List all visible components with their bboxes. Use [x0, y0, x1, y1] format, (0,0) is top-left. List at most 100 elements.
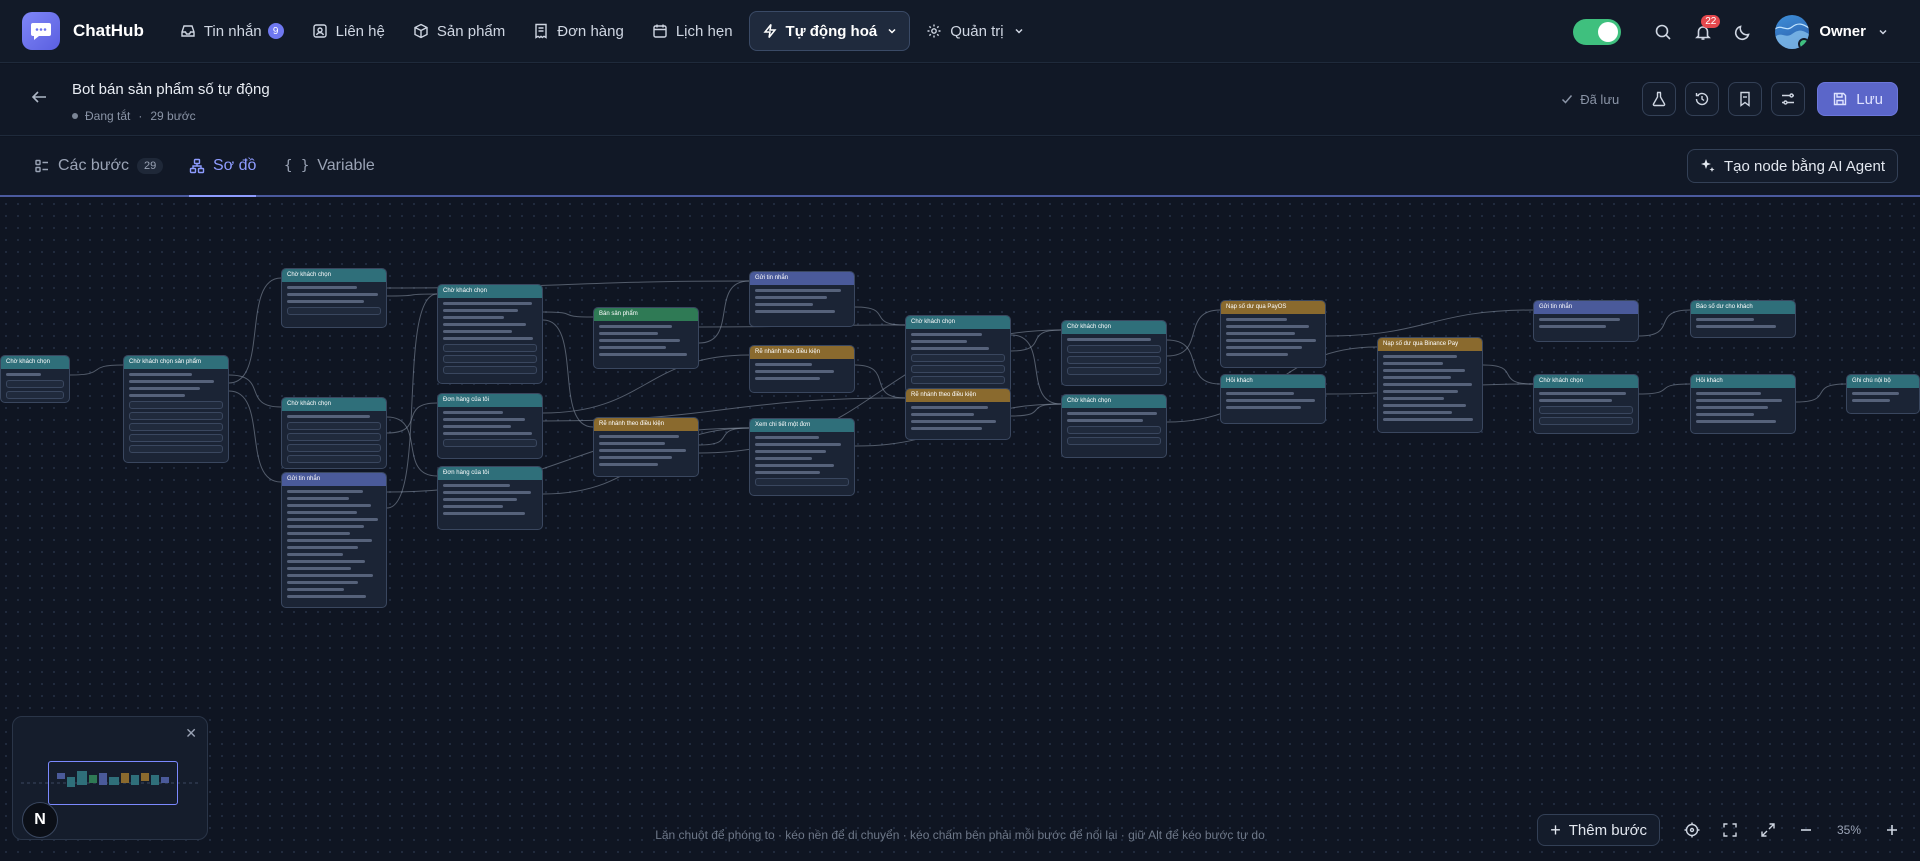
node-option-row[interactable] [129, 434, 223, 442]
workflow-node[interactable]: Gửi tin nhắn [281, 472, 387, 608]
node-text-line [1226, 392, 1294, 395]
brand[interactable]: ChatHub [22, 12, 144, 50]
nav-item-calendar[interactable]: Lịch hẹn [640, 11, 745, 51]
node-option-row[interactable] [287, 422, 381, 430]
workflow-node[interactable]: Nạp số dư qua PayOS [1220, 300, 1326, 368]
tab-diagram[interactable]: Sơ đồ [189, 137, 257, 197]
workflow-node[interactable]: Nạp số dư qua Binance Pay [1377, 337, 1483, 433]
zoom-out-button[interactable] [1790, 814, 1822, 846]
nav-item-orders[interactable]: Đơn hàng [521, 11, 636, 51]
node-option-row[interactable] [6, 391, 64, 399]
node-option-row[interactable] [1067, 426, 1161, 434]
node-text-line [1696, 325, 1776, 328]
node-option-row[interactable] [129, 423, 223, 431]
node-option-row[interactable] [287, 433, 381, 441]
node-option-row[interactable] [1067, 345, 1161, 353]
workflow-node[interactable]: Gửi tin nhắn [1533, 300, 1639, 342]
workflow-node[interactable]: Chờ khách chọn [1533, 374, 1639, 434]
zoom-in-button[interactable] [1876, 814, 1908, 846]
arrow-left-icon[interactable] [28, 86, 50, 108]
node-option-row[interactable] [287, 455, 381, 463]
workflow-node[interactable]: Chờ khách chọn [905, 315, 1011, 393]
notifications-button[interactable]: 22 [1683, 12, 1723, 52]
node-option-row[interactable] [129, 412, 223, 420]
workflow-node[interactable]: Báo số dư cho khách [1690, 300, 1796, 338]
workflow-node[interactable]: Rẽ nhánh theo điều kiện [749, 345, 855, 393]
workflow-edge [228, 277, 282, 384]
workflow-node[interactable]: Chờ khách chọn [0, 355, 70, 403]
minimap-viewport[interactable] [48, 761, 178, 805]
node-option-row[interactable] [6, 380, 64, 388]
bookmark-button[interactable] [1728, 82, 1763, 116]
tab-steps[interactable]: Các bước 29 [34, 137, 164, 195]
node-option-row[interactable] [443, 439, 537, 447]
workflow-node[interactable]: Hỏi khách [1690, 374, 1796, 434]
bot-status-toggle[interactable] [1573, 18, 1622, 45]
node-text-line [1696, 406, 1769, 409]
node-text-line [287, 286, 357, 289]
node-option-row[interactable] [287, 307, 381, 315]
nav-item-products[interactable]: Sản phẩm [401, 11, 517, 51]
tab-variable[interactable]: { } Variable [284, 137, 375, 195]
save-button[interactable]: Lưu [1817, 82, 1898, 116]
workflow-canvas[interactable]: Chờ khách chọn Chờ khách chọn sản phẩm Chờ… [0, 198, 1920, 861]
node-option-row[interactable] [1539, 417, 1633, 425]
node-option-row[interactable] [443, 344, 537, 352]
sparkles-icon [1701, 159, 1715, 172]
workflow-node[interactable]: Rẽ nhánh theo điều kiện [905, 388, 1011, 440]
workflow-node-body [750, 359, 854, 388]
node-option-row[interactable] [911, 354, 1005, 362]
node-text-line [129, 373, 192, 376]
node-option-row[interactable] [443, 355, 537, 363]
test-button[interactable] [1642, 82, 1677, 116]
center-view-button[interactable] [1676, 814, 1708, 846]
node-option-row[interactable] [1539, 406, 1633, 414]
node-option-row[interactable] [911, 365, 1005, 373]
settings-sliders-button[interactable] [1771, 82, 1806, 116]
nav-item-inbox[interactable]: Tin nhắn 9 [168, 11, 296, 51]
user-name[interactable]: Owner [1819, 23, 1866, 40]
workflow-node[interactable]: Chờ khách chọn [1061, 394, 1167, 458]
nav-item-admin[interactable]: Quản trị [914, 11, 1035, 51]
workflow-node[interactable]: Chờ khách chọn [1061, 320, 1167, 386]
node-option-row[interactable] [129, 401, 223, 409]
diagram-icon [189, 158, 205, 174]
workflow-node[interactable]: Gửi tin nhắn [749, 271, 855, 327]
nav-item-automation[interactable]: Tự động hoá [748, 11, 911, 51]
workflow-node[interactable]: Đơn hàng của tôi [437, 466, 543, 530]
workflow-node[interactable]: Chờ khách chọn sản phẩm [123, 355, 229, 463]
check-icon [1562, 95, 1573, 104]
workflow-node[interactable]: Bán sản phẩm [593, 307, 699, 369]
node-option-row[interactable] [1067, 437, 1161, 445]
workflow-node[interactable]: Chờ khách chọn [281, 397, 387, 469]
node-text-line [911, 340, 968, 343]
search-button[interactable] [1643, 12, 1683, 52]
workflow-node-title: Chờ khách chọn [1534, 375, 1638, 388]
node-option-row[interactable] [129, 445, 223, 453]
node-option-row[interactable] [443, 366, 537, 374]
workflow-node[interactable]: Chờ khách chọn [437, 284, 543, 384]
theme-toggle-button[interactable] [1723, 12, 1763, 52]
chevron-down-icon[interactable] [1878, 27, 1888, 37]
workflow-node[interactable]: Ghi chú nội bộ [1846, 374, 1920, 414]
workflow-node[interactable]: Đơn hàng của tôi [437, 393, 543, 459]
fit-view-button[interactable] [1714, 814, 1746, 846]
node-option-row[interactable] [911, 376, 1005, 384]
node-option-row[interactable] [1067, 356, 1161, 364]
nav-item-contacts[interactable]: Liên hệ [300, 11, 397, 51]
workflow-node[interactable]: Rẽ nhánh theo điều kiện [593, 417, 699, 477]
workflow-step-count: 29 bước [150, 109, 196, 123]
node-option-row[interactable] [1067, 367, 1161, 375]
node-option-row[interactable] [755, 478, 849, 486]
receipt-icon [535, 23, 547, 39]
history-button[interactable] [1685, 82, 1720, 116]
workflow-edge [1638, 383, 1691, 395]
add-step-button[interactable]: + Thêm bước [1537, 814, 1660, 846]
workflow-node[interactable]: Xem chi tiết một đơn [749, 418, 855, 496]
avatar[interactable] [1775, 14, 1810, 49]
fullscreen-button[interactable] [1752, 814, 1784, 846]
workflow-node[interactable]: Chờ khách chọn [281, 268, 387, 328]
workflow-node[interactable]: Hỏi khách [1220, 374, 1326, 424]
node-option-row[interactable] [287, 444, 381, 452]
ai-agent-create-node-button[interactable]: Tạo node bằng AI Agent [1687, 149, 1898, 183]
